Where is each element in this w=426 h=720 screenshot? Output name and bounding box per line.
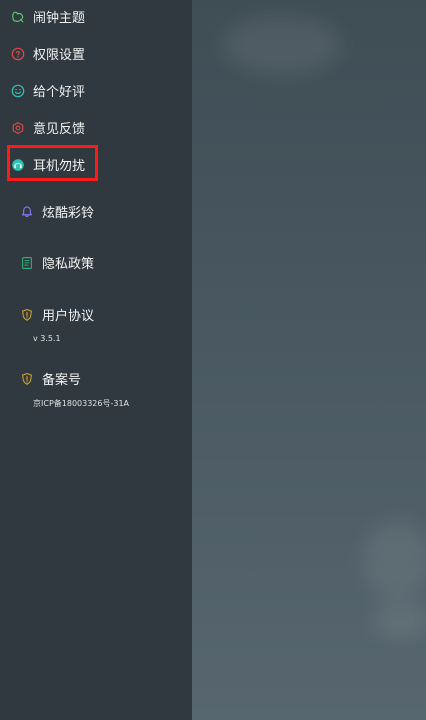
version-text: v 3.5.1: [33, 334, 61, 343]
highlight-box: [7, 145, 98, 181]
background-blur-bottom: [372, 600, 426, 640]
menu-item-permission-settings-label: 权限设置: [33, 48, 86, 63]
navigation-drawer: 闹钟主题 权限设置 给个好评 意见反馈 耳机勿扰 炫酷彩铃 隐私政策 用户协议 …: [0, 0, 192, 720]
shield-icon: [20, 372, 34, 386]
menu-item-rate-app[interactable]: 给个好评: [11, 81, 85, 100]
background-blur-middle: [362, 520, 426, 600]
feedback-icon: [11, 121, 25, 135]
menu-item-record-number[interactable]: 备案号: [20, 369, 81, 388]
menu-item-ringtone[interactable]: 炫酷彩铃: [20, 202, 94, 221]
bell-icon: [20, 205, 34, 219]
menu-item-user-agreement-label: 用户协议: [42, 309, 95, 324]
menu-item-feedback-label: 意见反馈: [33, 122, 86, 137]
smile-icon: [11, 84, 25, 98]
menu-item-record-number-label: 备案号: [42, 373, 82, 388]
theme-icon: [11, 10, 25, 24]
menu-item-feedback[interactable]: 意见反馈: [11, 118, 85, 137]
menu-item-privacy-policy[interactable]: 隐私政策: [20, 253, 94, 272]
record-number-text: 京ICP备18003326号-31A: [33, 399, 130, 408]
background-blur-top: [222, 15, 342, 75]
menu-item-privacy-policy-label: 隐私政策: [42, 257, 95, 272]
menu-item-permission-settings[interactable]: 权限设置: [11, 44, 85, 63]
document-icon: [20, 256, 34, 270]
question-icon: [11, 47, 25, 61]
shield-icon: [20, 308, 34, 322]
menu-item-user-agreement[interactable]: 用户协议: [20, 305, 94, 324]
background-content: [192, 0, 426, 720]
menu-item-theme-label: 闹钟主题: [33, 11, 86, 26]
menu-item-theme[interactable]: 闹钟主题: [11, 7, 85, 26]
menu-item-ringtone-label: 炫酷彩铃: [42, 206, 95, 221]
menu-item-rate-app-label: 给个好评: [33, 85, 86, 100]
